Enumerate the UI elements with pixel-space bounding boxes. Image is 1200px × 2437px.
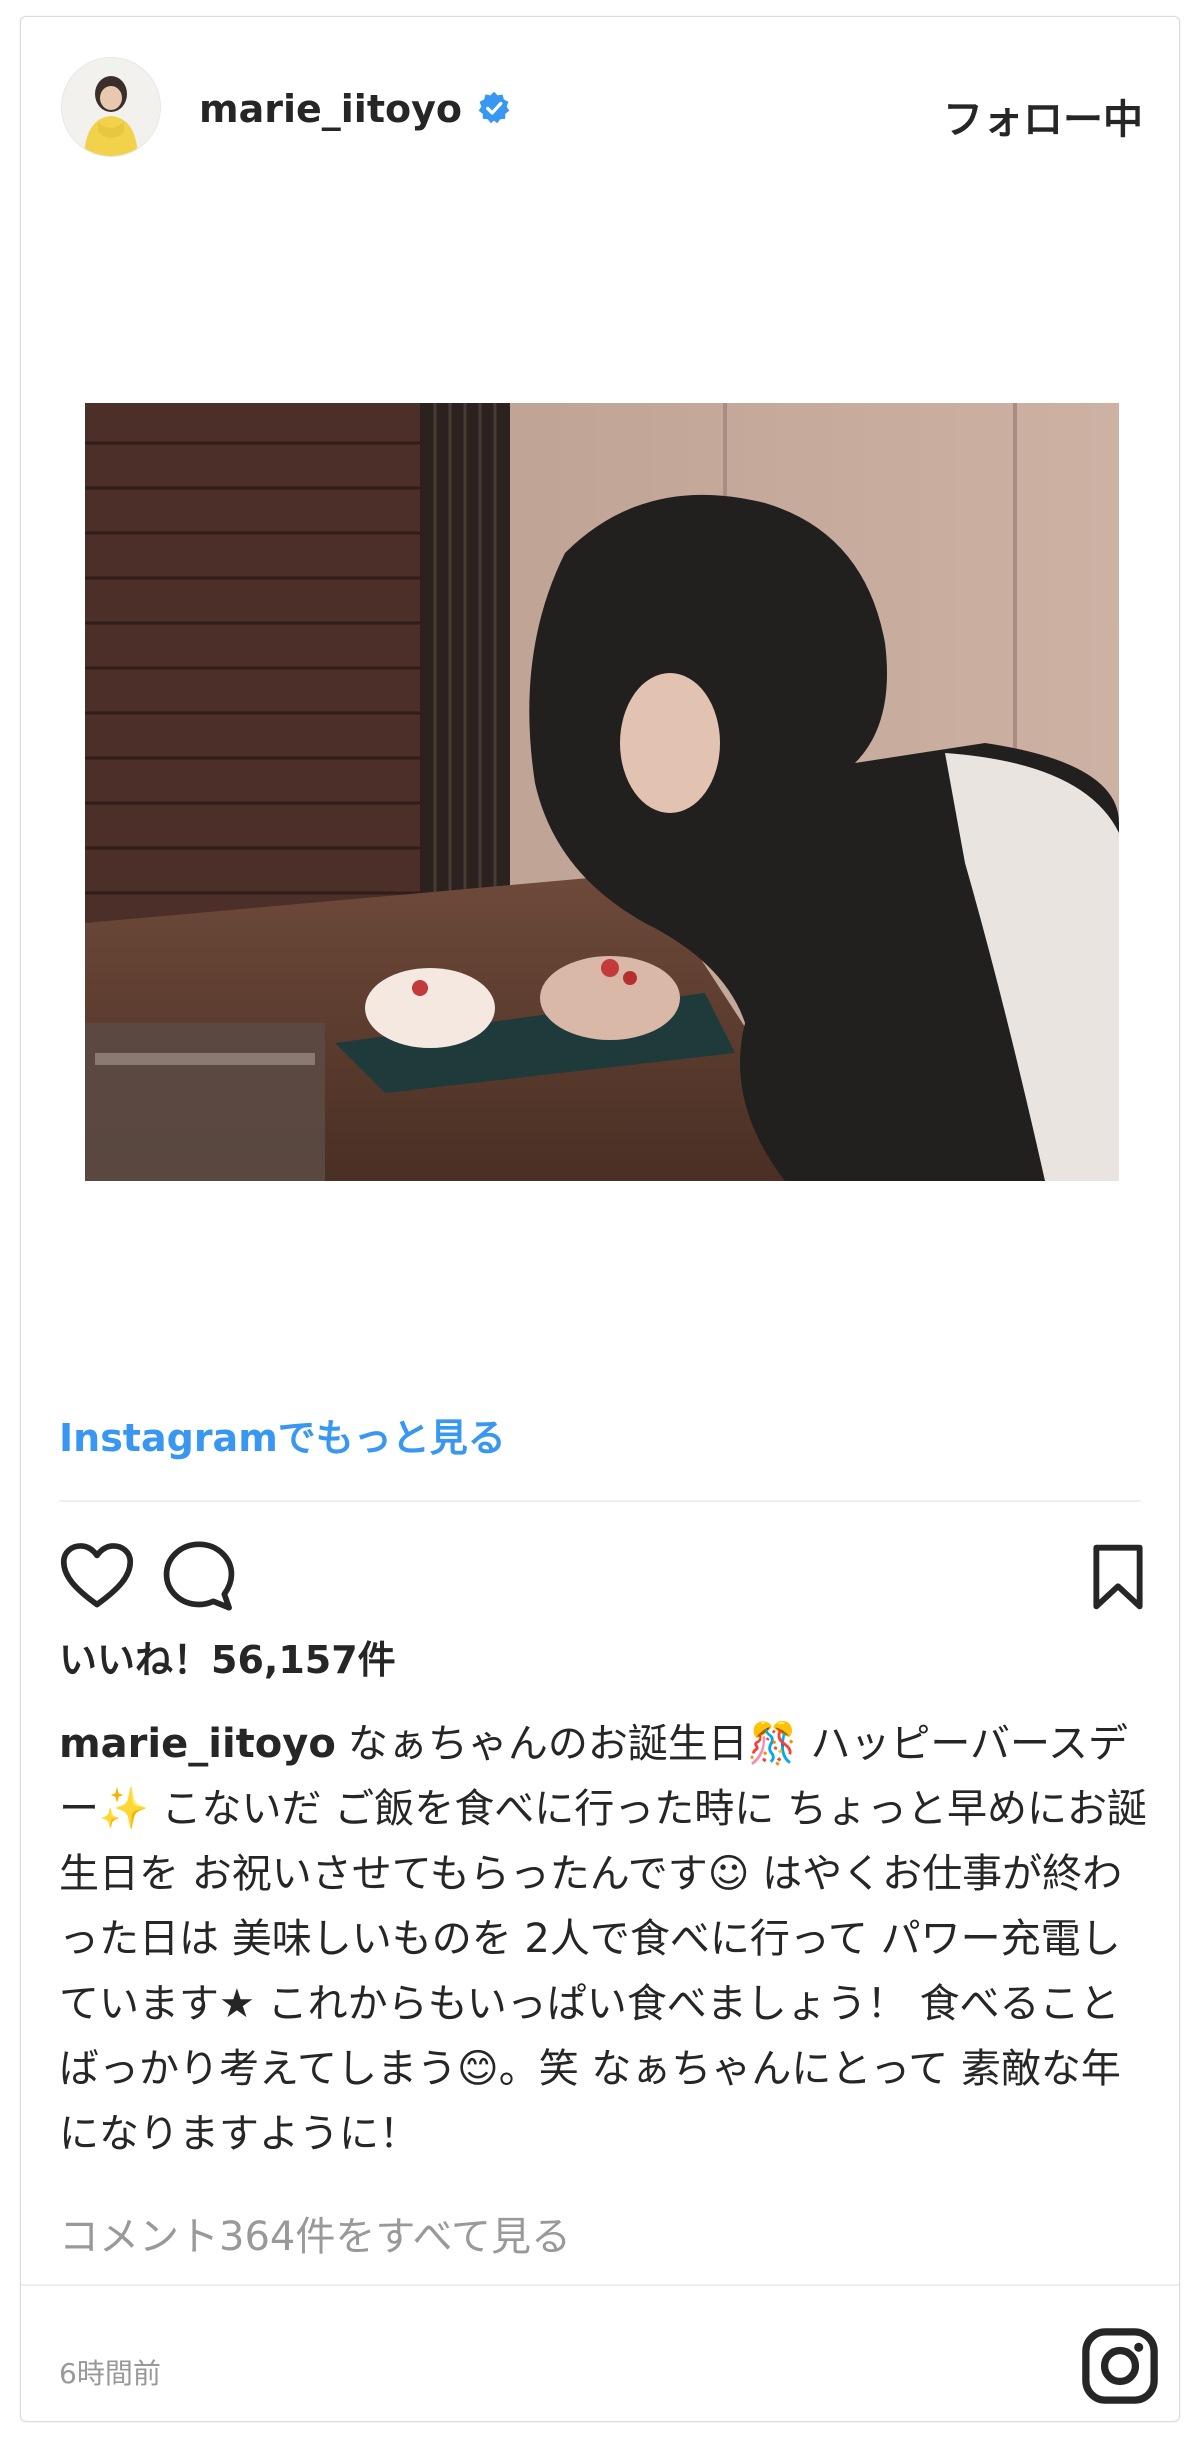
view-all-comments-link[interactable]: コメント364件をすべて見る: [59, 2204, 571, 2262]
avatar[interactable]: [61, 57, 161, 157]
divider: [21, 2284, 1179, 2286]
divider: [59, 1500, 1141, 1502]
avatar-image: [62, 58, 160, 156]
post-photo-image: [85, 403, 1119, 1181]
likes-count[interactable]: いいね！56,157件: [59, 1629, 396, 1684]
comment-bubble-icon[interactable]: [161, 1539, 237, 1613]
follow-button[interactable]: フォロー中: [943, 87, 1143, 145]
instagram-embed-card: marie_iitoyo フォロー中 Instagramでもっと見る いいね！5…: [20, 16, 1180, 2422]
heart-icon[interactable]: [59, 1541, 135, 1611]
verified-badge-icon: [478, 91, 510, 124]
post-photo[interactable]: [85, 403, 1119, 1181]
bookmark-icon[interactable]: [1089, 1543, 1147, 1611]
post-header: marie_iitoyo フォロー中: [21, 17, 1179, 207]
post-timestamp: 6時間前: [59, 2357, 161, 2390]
action-bar: [21, 1527, 1179, 1617]
caption-text: なぁちゃんのお誕生日🎊 ハッピーバースデー✨ こないだ ご飯を食べに行った時に …: [59, 1721, 1147, 2157]
header-username[interactable]: marie_iitoyo: [199, 87, 462, 131]
post-media-area: [21, 207, 1179, 1377]
post-caption: marie_iitoyo なぁちゃんのお誕生日🎊 ハッピーバースデー✨ こないだ …: [59, 1712, 1149, 2167]
instagram-logo-icon[interactable]: [1081, 2327, 1159, 2405]
view-more-on-instagram-link[interactable]: Instagramでもっと見る: [59, 1407, 506, 1462]
caption-username[interactable]: marie_iitoyo: [59, 1721, 336, 1767]
